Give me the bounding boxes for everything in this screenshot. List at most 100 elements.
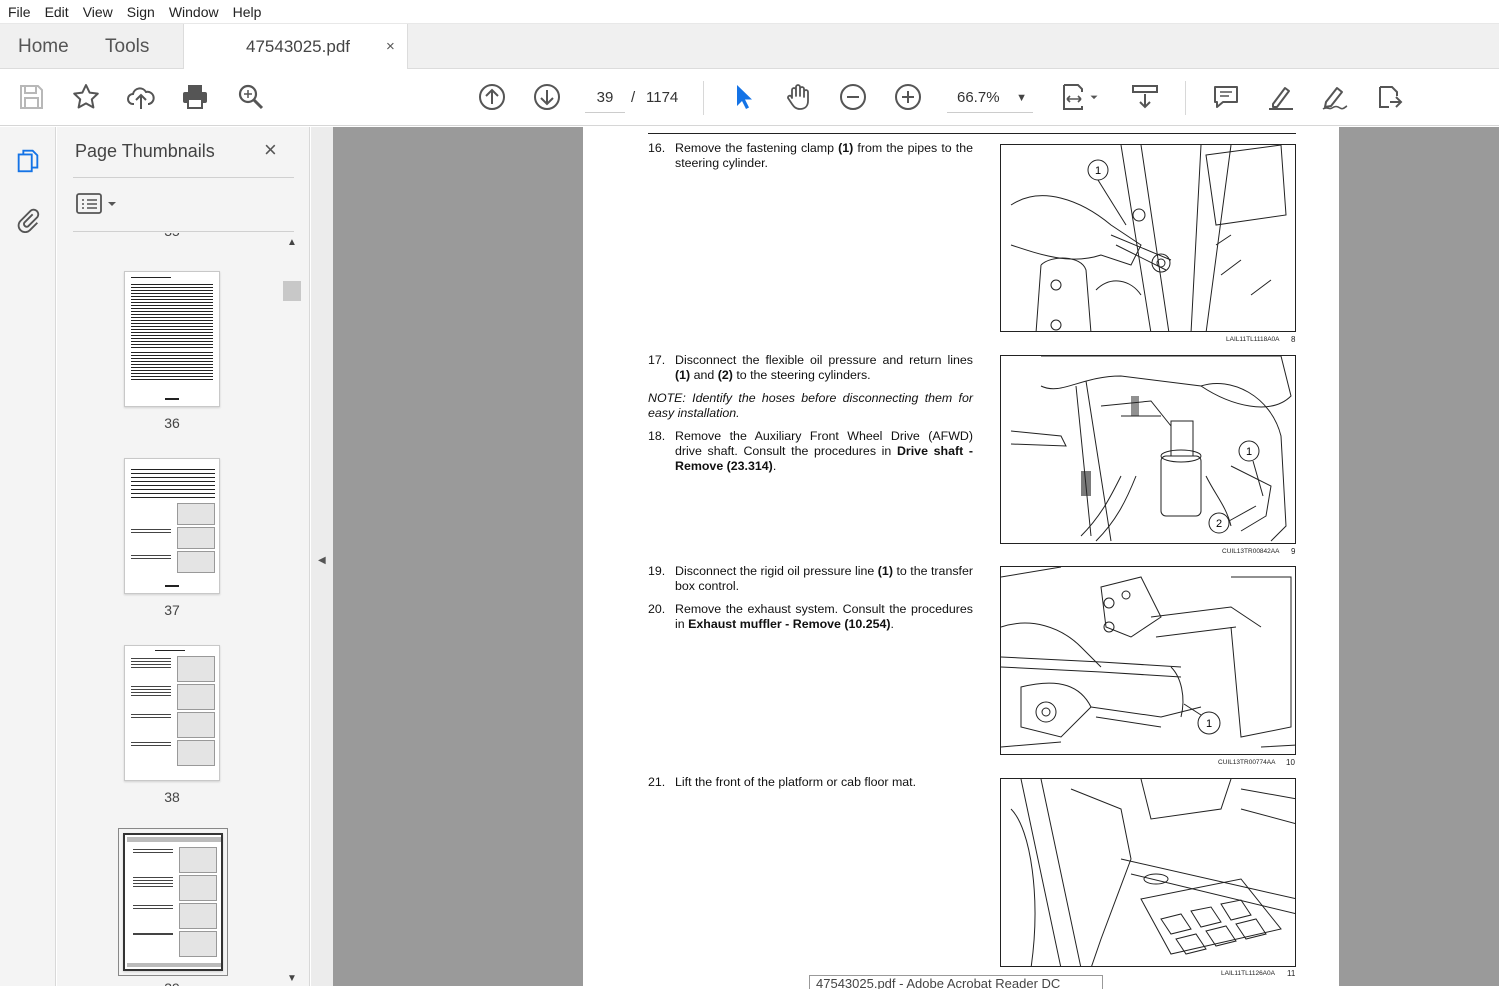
- scroll-mode-icon[interactable]: [1129, 81, 1161, 113]
- taskbar-window-title[interactable]: 47543025.pdf - Adobe Acrobat Reader DC: [809, 975, 1103, 989]
- figure-11: [1000, 778, 1296, 967]
- save-icon[interactable]: [15, 81, 47, 113]
- figure-number: 10: [1286, 758, 1295, 767]
- close-panel-icon[interactable]: ×: [264, 137, 277, 163]
- thumb-text: [131, 658, 171, 668]
- thumbnail-page-36[interactable]: [124, 271, 220, 407]
- prev-page-icon[interactable]: [476, 81, 508, 113]
- bookmark-star-icon[interactable]: [70, 81, 102, 113]
- step-text: Disconnect the flexible oil pressure and…: [675, 353, 973, 367]
- close-tab-icon[interactable]: ×: [386, 24, 395, 69]
- zoom-level-select[interactable]: 66.7% ▼: [947, 83, 1033, 113]
- step-text: and: [690, 368, 718, 382]
- thumb-footer: [127, 963, 221, 967]
- menu-file[interactable]: File: [0, 0, 38, 24]
- menu-sign[interactable]: Sign: [120, 0, 162, 24]
- figure-number: 9: [1291, 547, 1296, 556]
- thumbnail-options-button[interactable]: [75, 191, 119, 217]
- thumbnail-scrollbar[interactable]: ▲ ▼: [283, 233, 301, 986]
- note-label: NOTE:: [648, 391, 686, 405]
- thumb-text: [133, 905, 173, 911]
- thumbnails-panel: Page Thumbnails × 35 36 37: [57, 127, 310, 986]
- thumb-figure: [177, 551, 215, 573]
- thumbnail-page-39[interactable]: [118, 828, 228, 976]
- callout-1: 1: [1246, 446, 1252, 458]
- thumb-figure: [177, 740, 215, 766]
- print-icon[interactable]: [179, 81, 211, 113]
- menu-help[interactable]: Help: [226, 0, 269, 24]
- thumb-text: [133, 933, 173, 935]
- thumb-footer: [165, 585, 179, 587]
- divider: [73, 177, 294, 178]
- callout-1: 1: [1206, 718, 1212, 730]
- step-19: 19. Disconnect the rigid oil pressure li…: [648, 564, 973, 594]
- menu-window[interactable]: Window: [162, 0, 226, 24]
- thumbnail-label-partial: 35: [57, 233, 282, 237]
- figure-number: 11: [1287, 969, 1296, 978]
- next-page-icon[interactable]: [531, 81, 563, 113]
- callout-1: 1: [1095, 165, 1101, 177]
- thumbnail-page-38[interactable]: [124, 645, 220, 781]
- figure-10: 1: [1000, 566, 1296, 755]
- toolbar-divider: [703, 81, 704, 115]
- share-icon[interactable]: [1374, 81, 1406, 113]
- thumb-table: [131, 352, 213, 382]
- page-number-input[interactable]: 39: [585, 83, 625, 113]
- note-text: Identify the hoses before disconnecting …: [648, 391, 973, 420]
- zoom-out-icon[interactable]: [837, 81, 869, 113]
- scrollbar-thumb[interactable]: [283, 281, 301, 301]
- thumbnail-label: 36: [164, 415, 180, 431]
- chevron-left-icon[interactable]: ◀: [318, 555, 326, 566]
- page-separator: /: [631, 89, 636, 106]
- sign-icon[interactable]: [1319, 81, 1351, 113]
- zoom-search-icon[interactable]: [235, 81, 267, 113]
- page-rule: [648, 133, 1296, 134]
- menu-view[interactable]: View: [76, 0, 120, 24]
- thumbnail-list: 35 36 37: [57, 233, 282, 986]
- menu-bar: File Edit View Sign Window Help: [0, 0, 1499, 24]
- thumb-header: [127, 837, 221, 842]
- figure-caption: LAIL11TL1126A0A: [1221, 970, 1275, 977]
- thumb-figure: [179, 931, 217, 957]
- thumb-text: [133, 849, 173, 855]
- upload-cloud-icon[interactable]: [125, 81, 157, 113]
- tab-home[interactable]: Home: [18, 24, 69, 69]
- tab-bar: Home Tools 47543025.pdf ×: [0, 24, 1499, 70]
- pdf-page: 16. Remove the fastening clamp (1) from …: [583, 127, 1339, 986]
- document-viewport[interactable]: ◀ 16. Remove the fastening clamp (1) fro…: [311, 127, 1499, 989]
- attachment-icon[interactable]: [12, 203, 44, 235]
- step-number: 17.: [648, 353, 666, 367]
- scroll-down-icon[interactable]: ▼: [287, 973, 297, 984]
- panel-collapse-handle[interactable]: ◀: [311, 127, 333, 986]
- fit-dropdown-icon[interactable]: [1084, 81, 1104, 113]
- thumb-figure: [177, 656, 215, 682]
- select-cursor-icon[interactable]: [727, 81, 759, 113]
- zoom-in-icon[interactable]: [892, 81, 924, 113]
- thumb-text: [131, 686, 171, 698]
- thumb-figure: [179, 875, 217, 901]
- tab-document[interactable]: 47543025.pdf ×: [183, 24, 408, 70]
- panel-title: Page Thumbnails: [75, 141, 215, 161]
- step-text: Disconnect the rigid oil pressure line: [675, 564, 878, 578]
- hand-icon[interactable]: [782, 81, 814, 113]
- comment-icon[interactable]: [1210, 81, 1242, 113]
- step-text: Lift the front of the platform or cab fl…: [675, 775, 917, 789]
- left-rail: [0, 127, 56, 986]
- page-thumbnails-icon[interactable]: [12, 145, 44, 177]
- step-20: 20. Remove the exhaust system. Consult t…: [648, 602, 973, 632]
- step-text: .: [890, 617, 894, 631]
- step-number: 16.: [648, 141, 666, 155]
- menu-edit[interactable]: Edit: [38, 0, 76, 24]
- thumbnail-label: 37: [164, 602, 180, 618]
- step-21: 21. Lift the front of the platform or ca…: [648, 775, 973, 790]
- step-18: 18. Remove the Auxiliary Front Wheel Dri…: [648, 429, 973, 474]
- step-ref: (2): [717, 368, 733, 382]
- thumb-text: [133, 877, 173, 889]
- thumb-text: [131, 529, 171, 535]
- highlight-icon[interactable]: [1265, 81, 1297, 113]
- scroll-up-icon[interactable]: ▲: [287, 237, 297, 248]
- tab-tools[interactable]: Tools: [105, 24, 149, 69]
- thumbnail-page-37[interactable]: [124, 458, 220, 594]
- toolbar: 39 / 1174 66.7% ▼: [0, 69, 1499, 126]
- callout-2: 2: [1216, 518, 1222, 530]
